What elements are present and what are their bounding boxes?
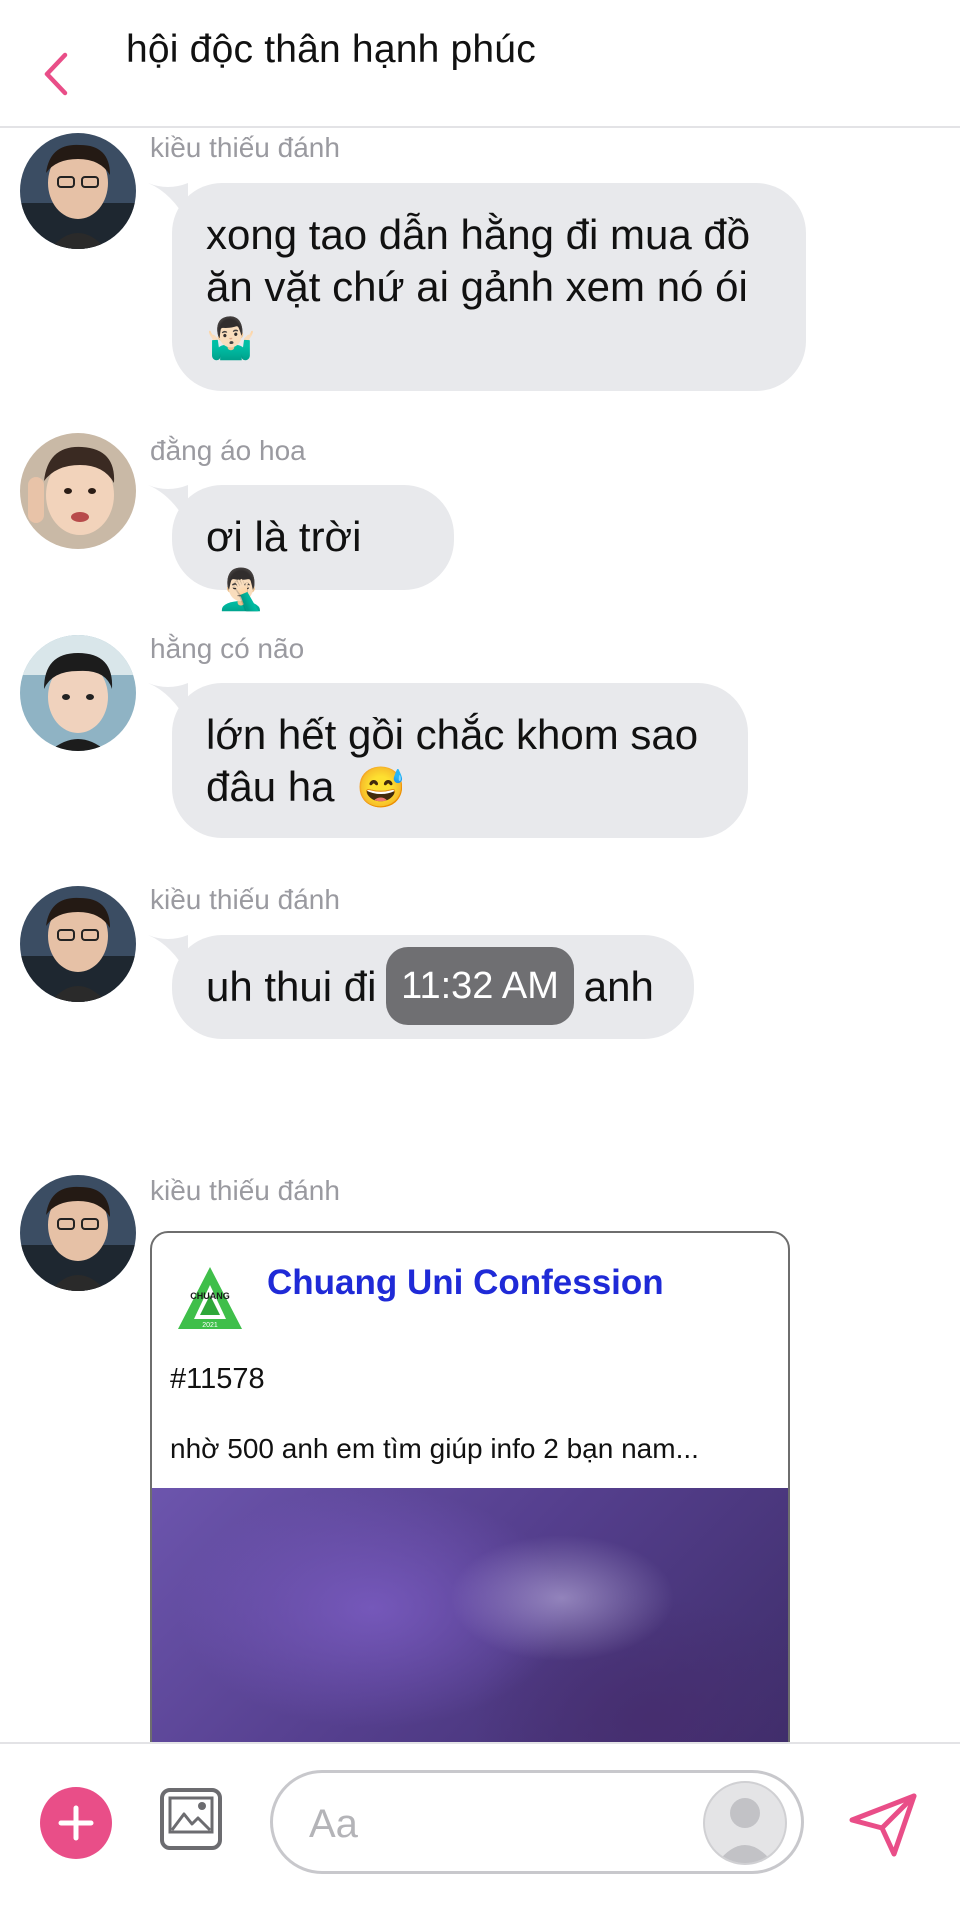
user-avatar-icon[interactable]: [703, 1781, 787, 1865]
message-text-line: ơi là trời: [206, 513, 362, 560]
message-text-line: đâu ha: [206, 763, 335, 810]
sender-name: kiều thiếu đánh: [150, 1175, 340, 1206]
avatar[interactable]: [20, 433, 136, 549]
shared-post-card[interactable]: CHUANG 2021 Chuang Uni Confession #11578…: [150, 1231, 790, 1791]
message-text-line-wrap: đâu ha 😅: [206, 761, 710, 814]
chat-title: hội độc thân hạnh phúc: [126, 28, 536, 71]
avatar[interactable]: [20, 635, 136, 751]
add-button[interactable]: [40, 1787, 112, 1859]
chat-header: hội độc thân hạnh phúc: [0, 0, 960, 128]
chat-screen: hội độc thân hạnh phúc kiều thiếu đánh x…: [0, 0, 960, 1920]
message-emoji: 😅: [356, 766, 406, 810]
svg-text:CHUANG: CHUANG: [190, 1291, 230, 1301]
message-bubble[interactable]: ơi là trời 🤦🏻‍♂️: [172, 485, 454, 612]
message-bubble[interactable]: lớn hết gồi chắc khom sao đâu ha 😅: [172, 683, 748, 838]
sender-name: đằng áo hoa: [150, 435, 306, 466]
avatar[interactable]: [20, 886, 136, 1002]
send-icon[interactable]: [846, 1788, 920, 1862]
message-input[interactable]: [307, 1795, 671, 1853]
post-id: #11578: [170, 1363, 265, 1395]
image-icon[interactable]: [158, 1786, 224, 1852]
bubble-tail: [148, 485, 188, 525]
message-text-line: xong tao dẫn hằng đi mua đồ: [206, 211, 751, 258]
chuang-logo-icon: CHUANG 2021: [178, 1267, 242, 1329]
back-button[interactable]: [36, 46, 76, 102]
chevron-left-icon: [44, 52, 68, 96]
message-emoji: 🤷🏻‍♂️: [206, 317, 256, 361]
sender-name: kiều thiếu đánh: [150, 884, 340, 915]
bubble-tail: [148, 935, 188, 975]
composer-bar: [0, 1742, 960, 1920]
message-bubble[interactable]: xong tao dẫn hằng đi mua đồ ăn vặt chứ a…: [172, 183, 806, 391]
page-name-link[interactable]: Chuang Uni Confession: [267, 1263, 664, 1303]
sender-name: hằng có não: [150, 633, 305, 664]
sender-name: kiều thiếu đánh: [150, 132, 340, 163]
post-excerpt: nhờ 500 anh em tìm giúp info 2 bạn nam..…: [170, 1433, 699, 1464]
message-emoji: 🤦🏻‍♂️: [216, 568, 266, 612]
bubble-tail: [148, 683, 188, 723]
timestamp-badge: 11:32 AM: [386, 947, 574, 1025]
message-text-line: ăn vặt chứ ai gảnh xem nó ói: [206, 263, 748, 310]
avatar[interactable]: [20, 1175, 136, 1291]
plus-icon: [58, 1805, 94, 1841]
svg-text:2021: 2021: [202, 1322, 218, 1329]
message-text-line: lớn hết gồi chắc khom sao: [206, 711, 699, 758]
avatar[interactable]: [20, 133, 136, 249]
message-input-wrap: [270, 1770, 804, 1874]
bubble-tail: [148, 183, 188, 223]
